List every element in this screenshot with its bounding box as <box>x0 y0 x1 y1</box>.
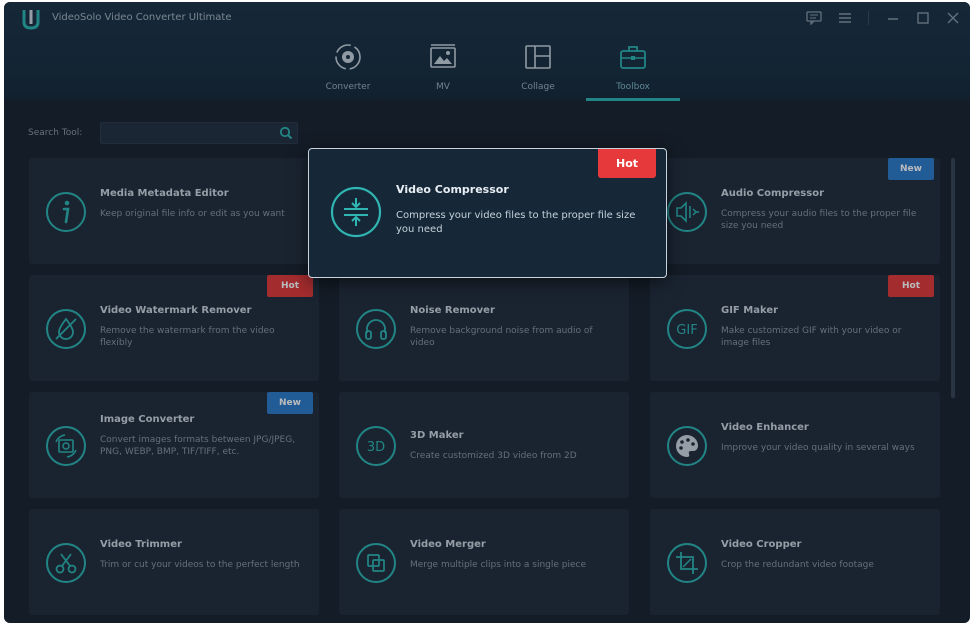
hot-badge: Hot <box>598 149 656 178</box>
tool-card-image-converter[interactable]: New Image Converter Convert images forma… <box>29 392 319 498</box>
tool-title: 3D Maker <box>410 430 464 441</box>
headphones-icon <box>356 309 396 349</box>
minimize-icon[interactable] <box>884 10 902 26</box>
converter-icon <box>335 44 361 70</box>
tool-title: Audio Compressor <box>721 188 825 199</box>
tab-toolbox[interactable]: Toolbox <box>588 42 678 100</box>
top-bar: VideoSolo Video Converter Ultimate Conve… <box>4 2 970 101</box>
search-icon[interactable] <box>279 126 293 140</box>
tool-title: GIF Maker <box>721 305 779 316</box>
palette-icon <box>667 426 707 466</box>
crop-icon <box>667 543 707 583</box>
image-convert-icon <box>46 426 86 466</box>
tool-card-gif-maker[interactable]: Hot GIF GIF Maker Make customized GIF wi… <box>650 275 940 381</box>
separator <box>868 11 869 25</box>
watermark-off-icon <box>46 309 86 349</box>
tool-title: Video Enhancer <box>721 422 809 433</box>
mv-icon <box>430 44 456 68</box>
audio-compress-icon <box>667 192 707 232</box>
tool-card-audio-compressor[interactable]: New Audio Compressor Compress your audio… <box>650 158 940 264</box>
tool-card-3d-maker[interactable]: 3D 3D Maker Create customized 3D video f… <box>339 392 629 498</box>
tool-card-video-watermark-remover[interactable]: Hot Video Watermark Remover Remove the w… <box>29 275 319 381</box>
hot-badge: Hot <box>888 275 934 297</box>
tool-card-video-enhancer[interactable]: Video Enhancer Improve your video qualit… <box>650 392 940 498</box>
3d-icon: 3D <box>356 426 396 466</box>
tool-title: Video Watermark Remover <box>100 305 252 316</box>
tool-card-video-trimmer[interactable]: Video Trimmer Trim or cut your videos to… <box>29 509 319 615</box>
tool-desc: Convert images formats between JPG/JPEG,… <box>100 435 296 457</box>
tab-mv[interactable]: MV <box>398 42 488 100</box>
tool-desc: Improve your video quality in several wa… <box>721 443 915 453</box>
active-tab-indicator <box>586 98 680 101</box>
maximize-icon[interactable] <box>914 10 932 26</box>
app-logo-icon <box>22 10 40 30</box>
compress-icon <box>330 186 382 238</box>
gif-icon: GIF <box>667 309 707 349</box>
app-window: VideoSolo Video Converter Ultimate Conve… <box>4 2 970 623</box>
tool-desc: Remove background noise from audio of vi… <box>410 326 593 348</box>
tool-title: Video Cropper <box>721 539 802 550</box>
tool-title: Video Compressor <box>396 183 509 196</box>
new-badge: New <box>267 392 313 414</box>
app-title: VideoSolo Video Converter Ultimate <box>52 12 232 23</box>
scrollbar[interactable] <box>951 158 955 398</box>
tool-desc: Compress your video files to the proper … <box>396 210 636 235</box>
tab-label: Collage <box>521 82 555 92</box>
svg-text:3D: 3D <box>367 440 385 455</box>
tool-title: Image Converter <box>100 414 195 425</box>
tool-desc: Crop the redundant video footage <box>721 560 874 570</box>
tool-title: Video Trimmer <box>100 539 182 550</box>
search-label: Search Tool: <box>28 128 83 138</box>
tool-card-video-merger[interactable]: Video Merger Merge multiple clips into a… <box>339 509 629 615</box>
scissors-icon <box>46 543 86 583</box>
toolbox-icon <box>620 46 646 69</box>
tool-title: Media Metadata Editor <box>100 188 229 199</box>
tab-converter[interactable]: Converter <box>303 42 393 100</box>
tool-title: Video Merger <box>410 539 486 550</box>
tool-desc: Make customized GIF with your video or i… <box>721 326 902 348</box>
tool-desc: Remove the watermark from the video flex… <box>100 326 275 348</box>
tool-desc: Keep original file info or edit as you w… <box>100 209 285 219</box>
tool-card-video-compressor-hover[interactable]: Hot Video Compressor Compress your video… <box>308 148 667 278</box>
tab-label: MV <box>436 82 450 92</box>
tool-desc: Compress your audio files to the proper … <box>721 209 917 231</box>
info-icon <box>46 192 86 232</box>
tool-desc: Trim or cut your videos to the perfect l… <box>100 560 300 570</box>
tool-card-noise-remover[interactable]: Noise Remover Remove background noise fr… <box>339 275 629 381</box>
search-box <box>100 122 298 146</box>
menu-icon[interactable] <box>836 10 854 26</box>
hot-badge: Hot <box>267 275 313 297</box>
tab-collage[interactable]: Collage <box>493 42 583 100</box>
search-input[interactable] <box>101 125 271 146</box>
merge-icon <box>356 543 396 583</box>
tab-label: Toolbox <box>616 82 650 92</box>
tool-card-video-cropper[interactable]: Video Cropper Crop the redundant video f… <box>650 509 940 615</box>
collage-icon <box>525 45 551 69</box>
svg-text:GIF: GIF <box>676 323 697 338</box>
close-icon[interactable] <box>944 10 962 26</box>
new-badge: New <box>888 158 934 180</box>
tool-desc: Create customized 3D video from 2D <box>410 451 577 461</box>
tool-title: Noise Remover <box>410 305 495 316</box>
feedback-icon[interactable] <box>805 10 823 26</box>
tool-card-media-metadata-editor[interactable]: Media Metadata Editor Keep original file… <box>29 158 319 264</box>
tool-desc: Merge multiple clips into a single piece <box>410 560 586 570</box>
tab-label: Converter <box>325 82 371 92</box>
